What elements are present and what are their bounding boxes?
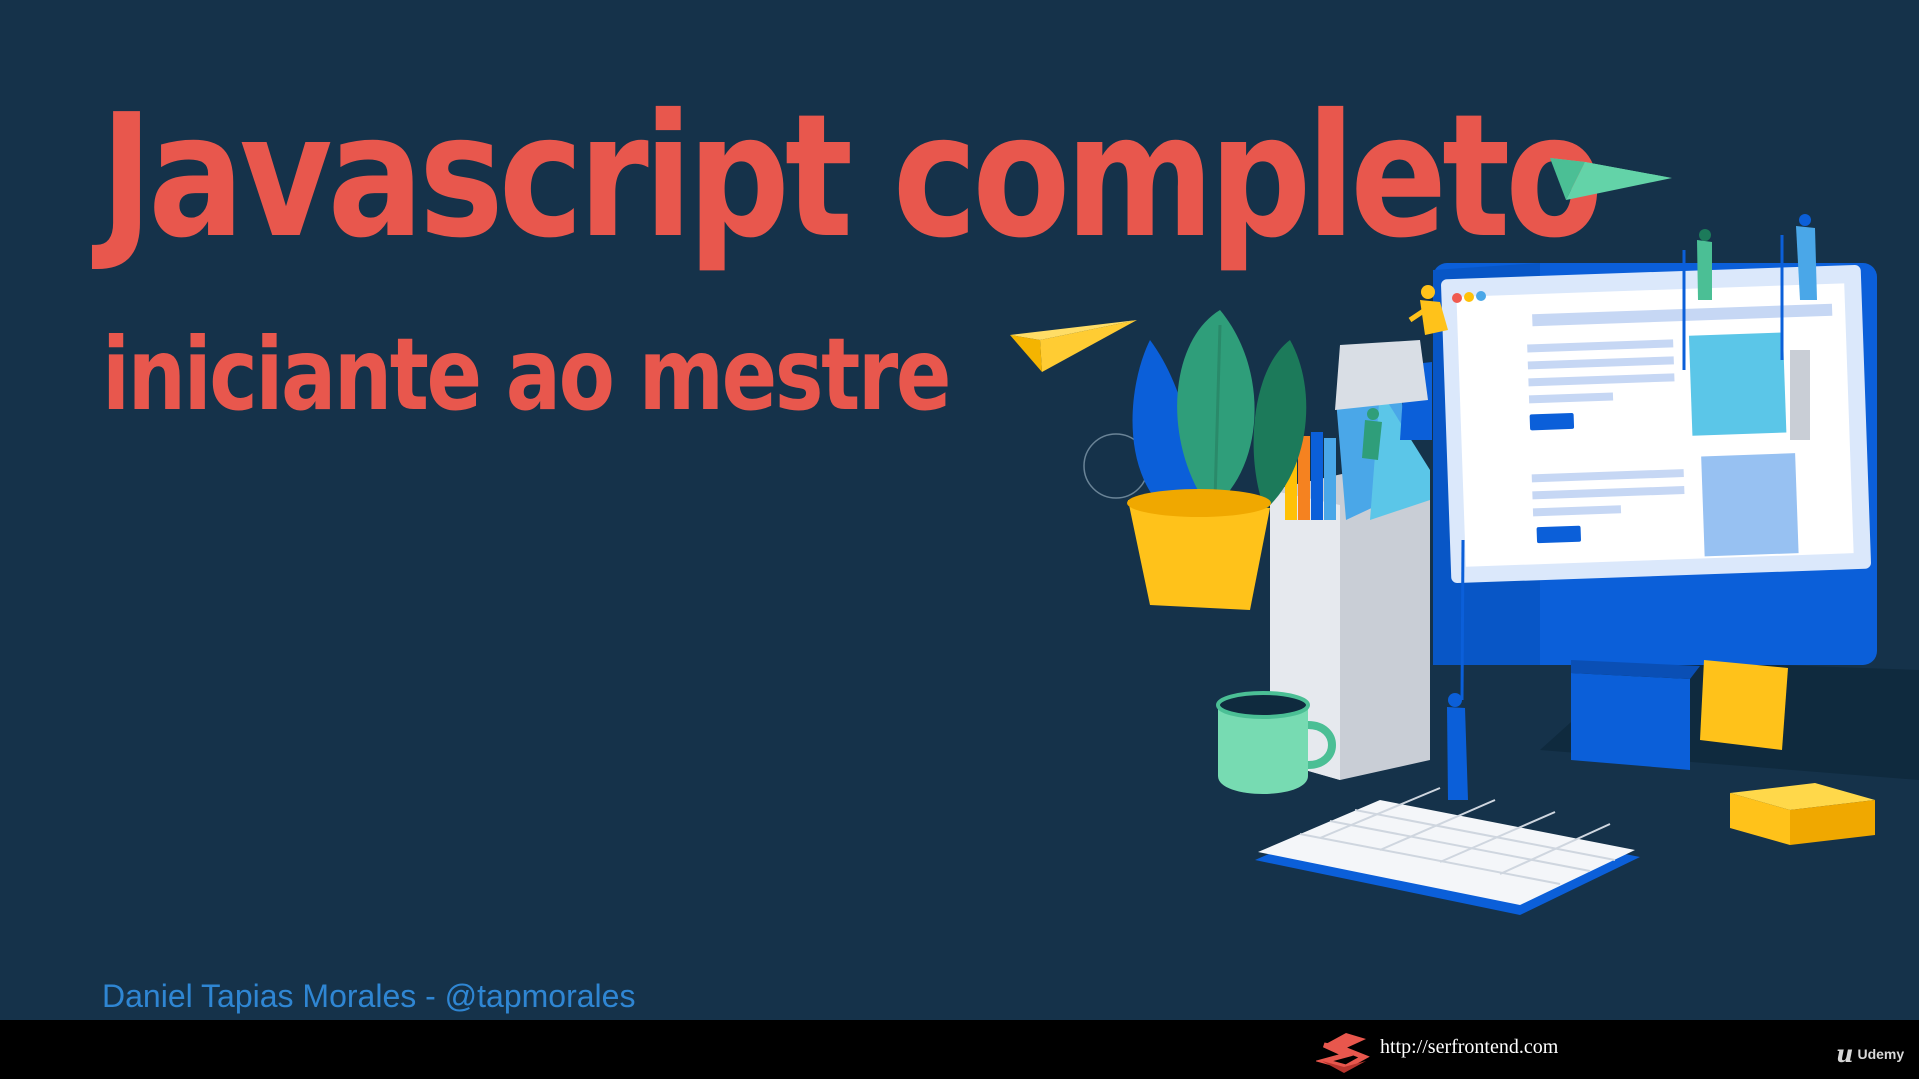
author-credit: Daniel Tapias Morales - @tapmorales: [102, 978, 636, 1014]
udemy-label: Udemy: [1857, 1046, 1905, 1062]
footer-website-link[interactable]: http://serfrontend.com: [1380, 1036, 1558, 1059]
sticky-note-pad: [1730, 783, 1875, 845]
sticky-note: [1700, 660, 1788, 750]
presentation-slide: Javascript completo iniciante ao mestre: [0, 0, 1919, 1020]
udemy-logo-icon: u: [1836, 1039, 1854, 1068]
web-development-illustration: [1010, 158, 1919, 915]
udemy-brand: u Udemy: [1836, 1042, 1904, 1066]
green-paper-plane-icon: [1550, 158, 1672, 200]
keyboard-icon: [1255, 787, 1640, 915]
serfrontend-logo-icon: [1316, 1033, 1370, 1073]
slide-subtitle: iniciante ao mestre: [102, 316, 951, 433]
video-footer-bar: http://serfrontend.com u Udemy: [0, 1020, 1919, 1079]
yellow-paper-plane-icon: [1010, 320, 1137, 372]
